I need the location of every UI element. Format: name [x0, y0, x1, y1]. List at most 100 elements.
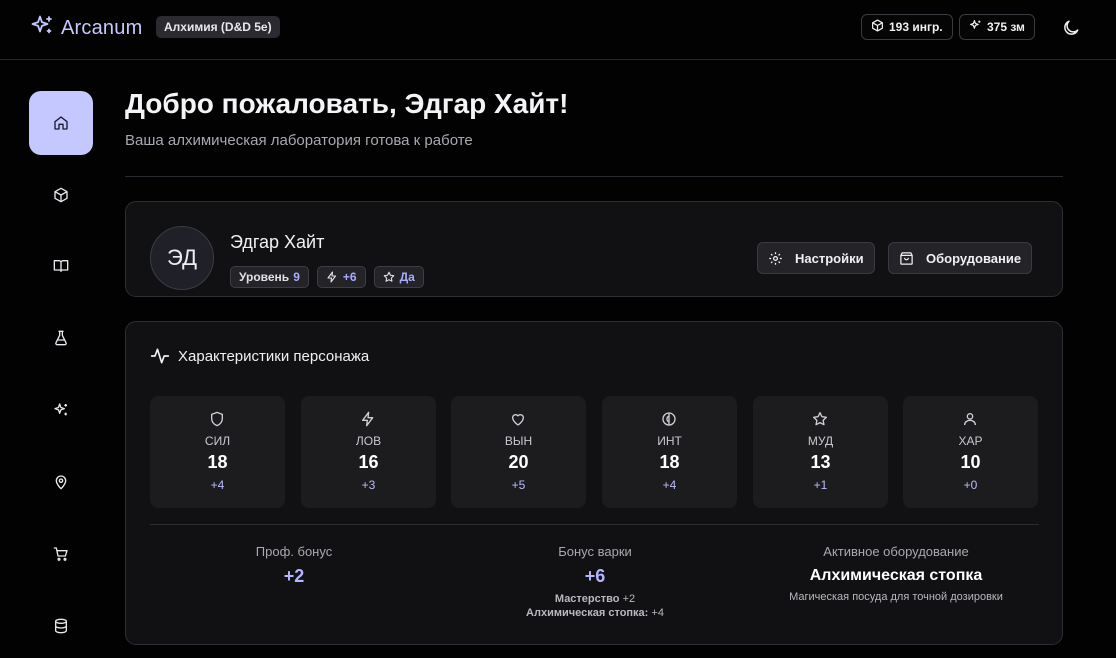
- sidebar-item-home[interactable]: [29, 91, 93, 155]
- sidebar-item-shop[interactable]: [29, 522, 93, 586]
- stat-card-con: ВЫН 20 +5: [451, 396, 586, 508]
- map-pin-icon: [55, 475, 67, 490]
- brew-label: Бонус варки: [558, 544, 632, 559]
- home-icon: [54, 116, 68, 130]
- ingredients-counter[interactable]: 193 ингр.: [861, 14, 953, 40]
- active-equipment: Активное оборудование Алхимическая стопк…: [756, 544, 1036, 603]
- stats-title: Характеристики персонажа: [150, 346, 369, 366]
- divider: [125, 176, 1063, 177]
- stat-modifier: +5: [511, 478, 526, 492]
- brain-icon: [662, 412, 676, 426]
- shield-icon: [211, 411, 223, 427]
- stat-modifier: +4: [662, 478, 677, 492]
- stat-value: 16: [358, 452, 379, 472]
- stat-label: СИЛ: [204, 434, 231, 448]
- stat-label: ИНТ: [657, 434, 682, 448]
- mastery-label: Мастерство: [554, 593, 620, 605]
- stat-modifier: +3: [361, 478, 376, 492]
- user-icon: [964, 413, 976, 426]
- stat-card-wis: МУД 13 +1: [753, 396, 888, 508]
- theme-toggle[interactable]: [1061, 18, 1081, 38]
- equipment-button[interactable]: Оборудование: [888, 242, 1033, 274]
- settings-label: Настройки: [795, 250, 864, 266]
- zap-icon: [327, 271, 336, 283]
- profile-card: ЭД Эдгар Хайт Уровень 9 +6 Да Настройки …: [125, 201, 1063, 297]
- stats-title-text: Характеристики персонажа: [178, 347, 370, 365]
- gold-amount: 375 зм: [987, 20, 1025, 34]
- stat-card-dex: ЛОВ 16 +3: [301, 396, 436, 508]
- stat-card-str: СИЛ 18 +4: [150, 396, 285, 508]
- gold-counter[interactable]: 375 зм: [959, 14, 1035, 40]
- star-badge: Да: [373, 266, 424, 288]
- brew-value: +6: [584, 566, 606, 586]
- sidebar-item-magic[interactable]: [29, 378, 93, 442]
- shopping-bag-icon: [900, 251, 913, 265]
- heart-icon: [511, 414, 524, 426]
- avatar[interactable]: ЭД: [150, 226, 214, 290]
- stat-card-int: ИНТ 18 +4: [602, 396, 737, 508]
- stat-card-cha: ХАР 10 +0: [903, 396, 1038, 508]
- stat-value: 18: [659, 452, 680, 472]
- zap-icon: [362, 411, 374, 427]
- page-subtitle: Ваша алхимическая лаборатория готова к р…: [125, 132, 473, 149]
- brew-bonus: Бонус варки +6 Мастерство +2 Алхимическа…: [475, 544, 715, 619]
- stat-value: 18: [207, 452, 228, 472]
- level-value: 9: [293, 270, 300, 284]
- package-icon: [871, 19, 889, 35]
- equip-description: Магическая посуда для точной дозировки: [789, 591, 1003, 603]
- flask-icon: [55, 330, 67, 346]
- kit-label: Алхимическая стопка:: [526, 607, 649, 619]
- prof-value: +2: [283, 566, 305, 586]
- level-label: Уровень: [239, 270, 290, 284]
- ingredients-count: 193 ингр.: [889, 20, 943, 34]
- gear-icon: [769, 251, 782, 265]
- brew-mastery: Мастерство +2: [475, 593, 715, 605]
- level-badge: Уровень 9: [230, 266, 309, 288]
- database-icon: [55, 618, 67, 634]
- bonus-badge: +6: [316, 266, 366, 288]
- top-bar: Arcanum Алхимия (D&D 5e) 193 ингр. 375 з…: [0, 0, 1116, 60]
- sparkles-icon: [54, 403, 67, 416]
- stat-label: ХАР: [958, 434, 983, 448]
- sidebar-item-brewing[interactable]: [29, 306, 93, 370]
- stat-value: 10: [960, 452, 981, 472]
- bonus-value: +6: [342, 270, 357, 284]
- stat-value: 20: [508, 452, 529, 472]
- character-name: Эдгар Хайт: [230, 232, 325, 252]
- star-icon: [813, 412, 827, 426]
- mode-chip: Алхимия (D&D 5e): [156, 16, 280, 38]
- app-name: Arcanum: [61, 17, 143, 39]
- activity-icon: [150, 348, 170, 364]
- prof-label: Проф. бонус: [255, 544, 333, 559]
- stats-card: Характеристики персонажа СИЛ 18 +4 ЛОВ 1…: [125, 321, 1063, 645]
- proficiency-bonus: Проф. бонус +2: [194, 544, 394, 587]
- kit-value: +4: [651, 607, 664, 619]
- sidebar-item-inventory[interactable]: [29, 163, 93, 227]
- settings-button[interactable]: Настройки: [757, 242, 875, 274]
- equipment-label: Оборудование: [926, 250, 1022, 266]
- stat-modifier: +4: [210, 478, 225, 492]
- equip-name: Алхимическая стопка: [809, 567, 983, 584]
- stat-label: ЛОВ: [355, 434, 382, 448]
- stat-modifier: +0: [963, 478, 978, 492]
- mastery-value: +2: [622, 593, 636, 605]
- stat-label: ВЫН: [504, 434, 533, 448]
- equip-label: Активное оборудование: [823, 544, 969, 559]
- moon-icon: [1064, 20, 1079, 35]
- sparkles-icon: [969, 19, 987, 35]
- star-value: Да: [399, 270, 415, 284]
- brew-kit: Алхимическая стопка: +4: [475, 607, 715, 619]
- sidebar-item-database[interactable]: [29, 594, 93, 658]
- sidebar-item-map[interactable]: [29, 450, 93, 514]
- cart-icon: [53, 547, 68, 561]
- page-title: Добро пожаловать, Эдгар Хайт!: [125, 88, 569, 119]
- sparkles-icon: [30, 14, 54, 43]
- stat-modifier: +1: [813, 478, 828, 492]
- star-icon: [383, 271, 394, 282]
- stat-value: 13: [810, 452, 831, 472]
- stat-label: МУД: [807, 434, 834, 448]
- package-icon: [54, 187, 68, 203]
- app-logo[interactable]: Arcanum: [30, 14, 142, 43]
- sidebar-item-recipes[interactable]: [29, 234, 93, 298]
- book-icon: [53, 260, 69, 272]
